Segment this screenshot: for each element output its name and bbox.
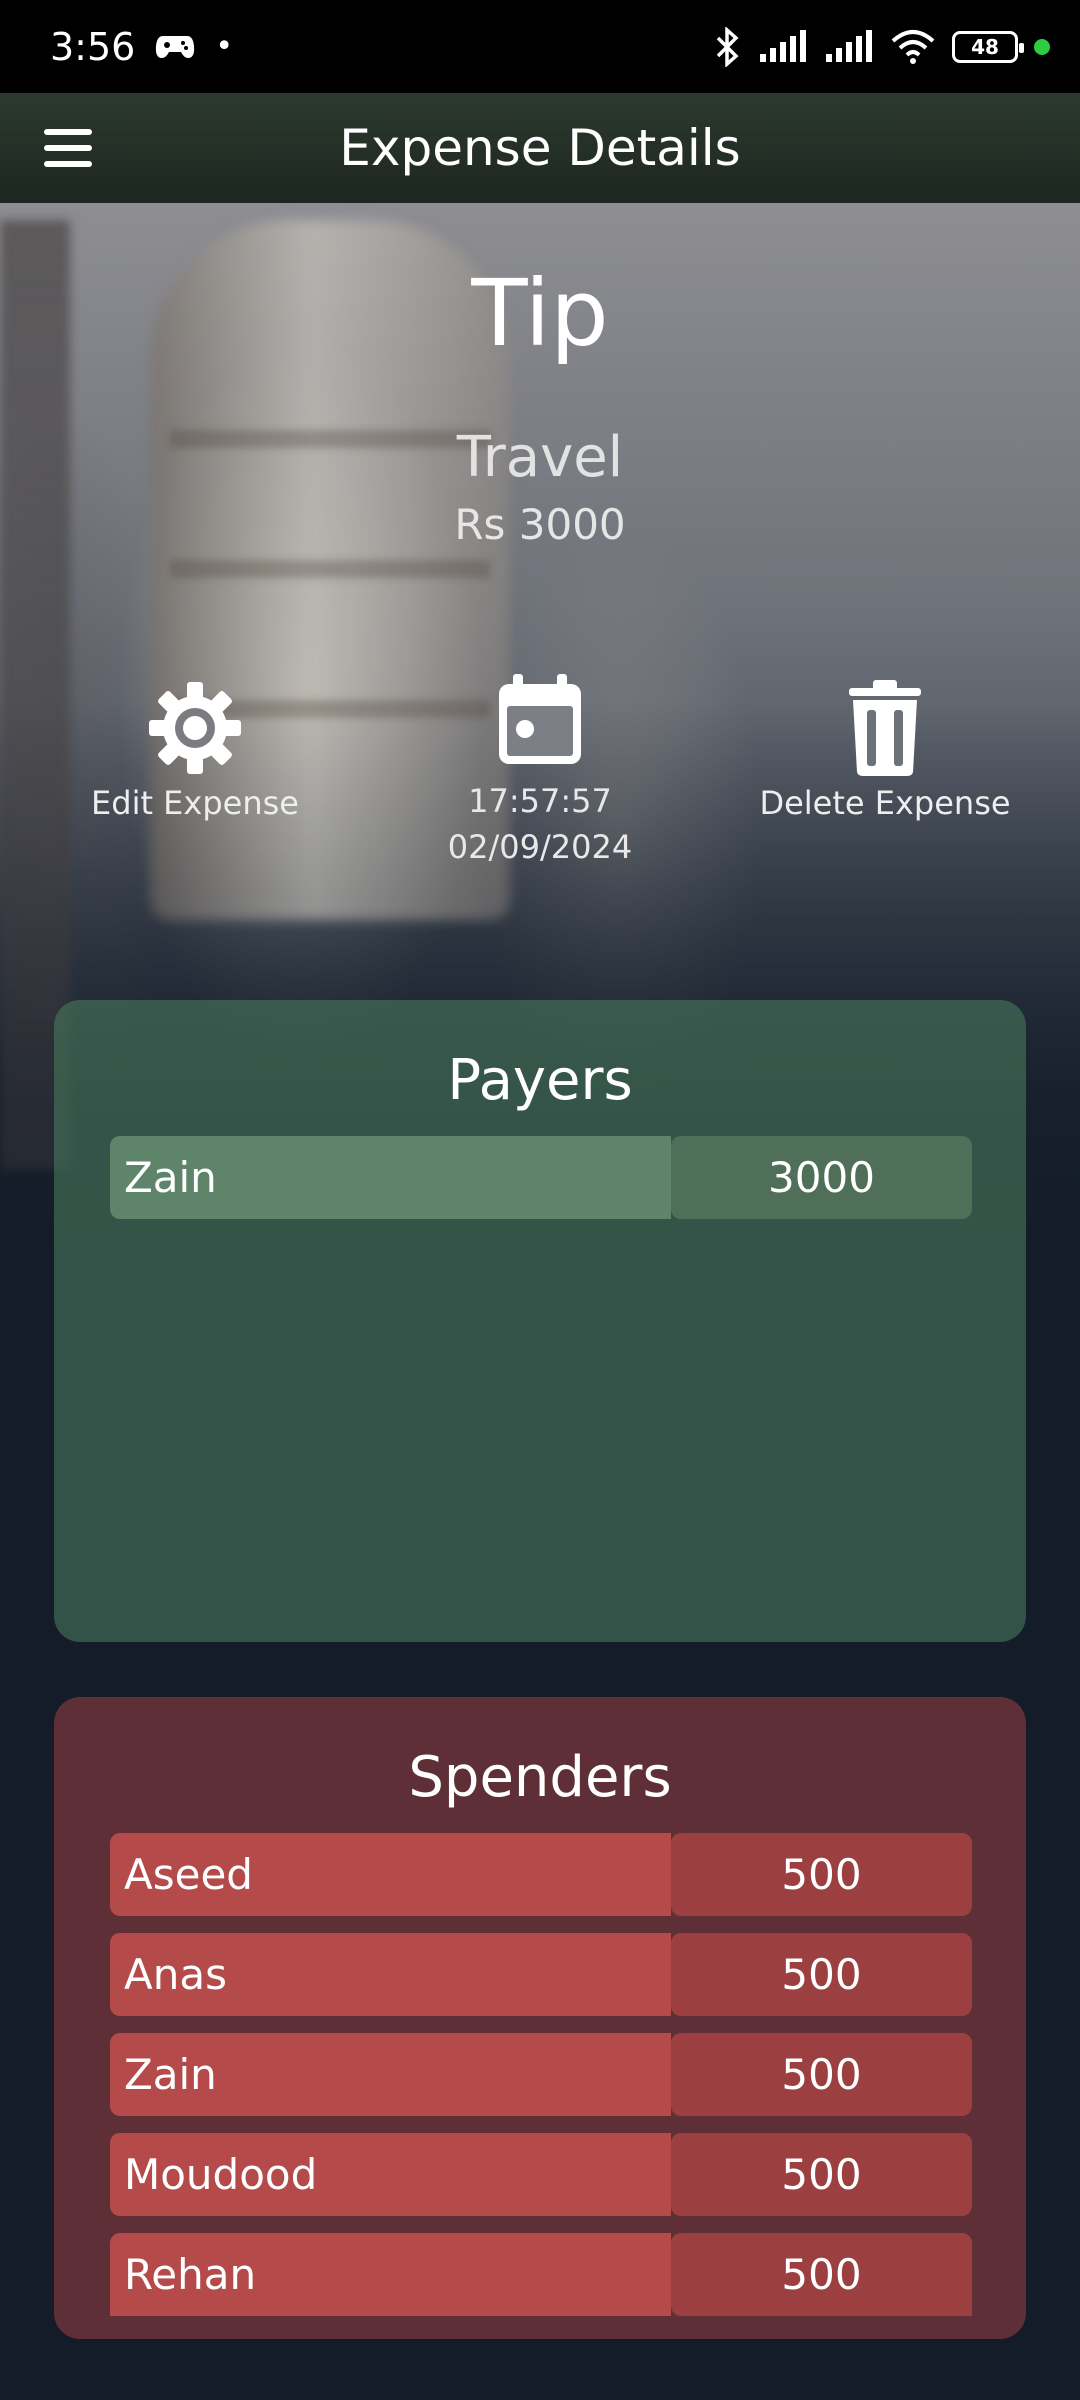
spender-name: Moudood bbox=[110, 2133, 671, 2216]
expense-datetime: 17:57:57 02/09/2024 bbox=[375, 672, 705, 870]
signal-icon-2 bbox=[826, 29, 872, 62]
trash-icon bbox=[849, 680, 921, 776]
spenders-list: Aseed 500 Anas 500 Zain 500 Moudood 500 … bbox=[110, 1833, 972, 2316]
spender-amount: 500 bbox=[671, 2033, 972, 2116]
spender-name: Anas bbox=[110, 1933, 671, 2016]
spender-name: Aseed bbox=[110, 1833, 671, 1916]
page-title: Expense Details bbox=[339, 119, 741, 177]
status-time: 3:56 bbox=[50, 24, 136, 69]
calendar-icon bbox=[499, 674, 581, 764]
expense-details-content: Tip Travel Rs 3000 Edit Expense 17:57:57… bbox=[0, 0, 1080, 2400]
expense-time: 17:57:57 bbox=[468, 782, 612, 820]
spender-row[interactable]: Anas 500 bbox=[110, 1933, 972, 2016]
delete-expense-button[interactable]: Delete Expense bbox=[720, 680, 1050, 822]
spender-amount: 500 bbox=[671, 2133, 972, 2216]
edit-expense-label: Edit Expense bbox=[91, 784, 299, 822]
notification-dot-icon: • bbox=[215, 29, 234, 64]
payers-list: Zain 3000 bbox=[110, 1136, 972, 1219]
spender-amount: 500 bbox=[671, 1933, 972, 2016]
game-controller-icon bbox=[156, 35, 195, 58]
battery-level: 48 bbox=[971, 34, 999, 59]
status-bar: 3:56 • 48 bbox=[0, 0, 1080, 93]
payer-row[interactable]: Zain 3000 bbox=[110, 1136, 972, 1219]
spender-row[interactable]: Moudood 500 bbox=[110, 2133, 972, 2216]
bluetooth-icon bbox=[716, 26, 739, 67]
gear-icon bbox=[149, 682, 241, 774]
spenders-panel: Spenders Aseed 500 Anas 500 Zain 500 Mou… bbox=[54, 1697, 1026, 2339]
payers-title: Payers bbox=[447, 1048, 633, 1113]
privacy-indicator-dot bbox=[1034, 38, 1050, 55]
edit-expense-button[interactable]: Edit Expense bbox=[30, 680, 360, 822]
spender-row[interactable]: Aseed 500 bbox=[110, 1833, 972, 1916]
expense-name: Tip bbox=[471, 260, 609, 367]
wifi-icon bbox=[891, 29, 935, 64]
signal-icon bbox=[760, 29, 806, 62]
battery-icon: 48 bbox=[952, 30, 1024, 63]
delete-expense-label: Delete Expense bbox=[759, 784, 1011, 822]
spenders-title: Spenders bbox=[408, 1745, 672, 1810]
spender-row[interactable]: Zain 500 bbox=[110, 2033, 972, 2116]
expense-date: 02/09/2024 bbox=[447, 828, 633, 866]
spender-name: Zain bbox=[110, 2033, 671, 2116]
expense-amount: Rs 3000 bbox=[454, 500, 626, 549]
hamburger-menu-icon[interactable] bbox=[40, 123, 96, 173]
payer-amount: 3000 bbox=[671, 1136, 972, 1219]
spender-name: Rehan bbox=[110, 2233, 671, 2316]
spender-row[interactable]: Rehan 500 bbox=[110, 2233, 972, 2316]
payers-panel: Payers Zain 3000 bbox=[54, 1000, 1026, 1642]
payer-name: Zain bbox=[110, 1136, 671, 1219]
expense-category: Travel bbox=[456, 425, 624, 490]
app-bar: Expense Details bbox=[0, 93, 1080, 203]
spender-amount: 500 bbox=[671, 1833, 972, 1916]
spender-amount: 500 bbox=[671, 2233, 972, 2316]
